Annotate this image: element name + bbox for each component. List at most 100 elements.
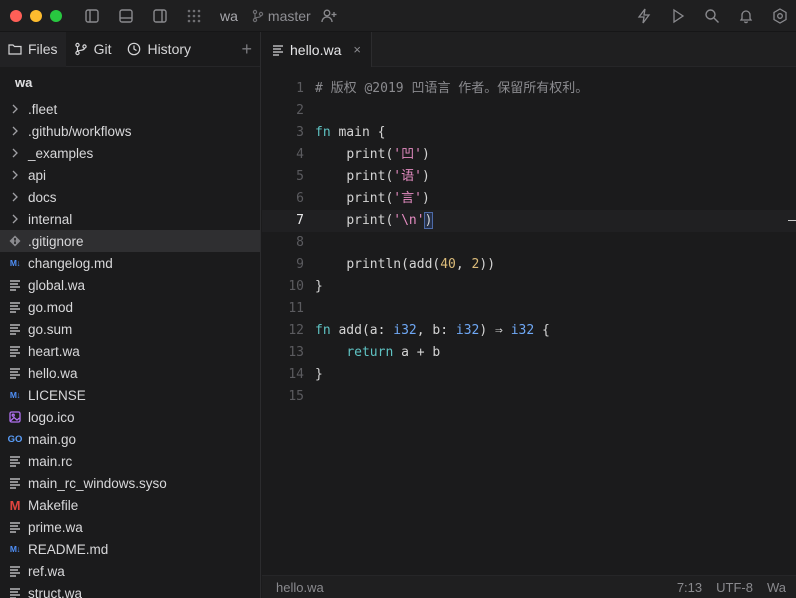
close-window-button[interactable]: [10, 9, 22, 22]
tree-root[interactable]: wa: [0, 68, 260, 98]
tree-item[interactable]: _examples: [0, 142, 260, 164]
chevron-right-icon[interactable]: [8, 102, 22, 116]
text-file-icon: [8, 322, 22, 336]
tab-files-label: Files: [28, 41, 58, 57]
editor-tab-label: hello.wa: [290, 41, 342, 58]
tree-item-label: logo.ico: [28, 409, 75, 425]
text-file-icon: [8, 476, 22, 490]
tree-item[interactable]: .gitignore: [0, 230, 260, 252]
code-line: 1 # 版权 @2019 凹语言 作者。保留所有权利。: [262, 78, 796, 100]
tree-item[interactable]: main_rc_windows.syso: [0, 472, 260, 494]
code-line: 11: [262, 298, 796, 320]
tree-item[interactable]: M↓ changelog.md: [0, 252, 260, 274]
chevron-right-icon[interactable]: [8, 168, 22, 182]
clock-icon: [128, 42, 141, 56]
tree-item[interactable]: M↓ README.md: [0, 538, 260, 560]
tab-git-label: Git: [93, 41, 112, 57]
tree-item-label: .fleet: [28, 101, 58, 117]
tree-item[interactable]: go.sum: [0, 318, 260, 340]
tab-history-label: History: [147, 41, 192, 57]
add-panel-icon[interactable]: +: [241, 40, 252, 58]
matching-bracket: ): [423, 212, 434, 229]
chevron-right-icon[interactable]: [8, 146, 22, 160]
tree-item[interactable]: api: [0, 164, 260, 186]
grid-icon[interactable]: [184, 6, 204, 26]
run-icon[interactable]: [668, 6, 688, 26]
file-encoding[interactable]: UTF-8: [716, 580, 753, 595]
tree-item[interactable]: GO main.go: [0, 428, 260, 450]
minimize-window-button[interactable]: [30, 9, 42, 22]
line-number: 4: [296, 147, 304, 162]
chevron-right-icon[interactable]: [8, 190, 22, 204]
code-text: main {: [330, 125, 386, 140]
git-branch-icon: [74, 42, 87, 56]
settings-gear-icon[interactable]: [770, 6, 790, 26]
tree-item[interactable]: .github/workflows: [0, 120, 260, 142]
tree-item[interactable]: struct.wa: [0, 582, 260, 598]
tree-item-label: .gitignore: [28, 233, 84, 249]
maximize-window-button[interactable]: [50, 9, 62, 22]
status-file-name: hello.wa: [276, 579, 324, 595]
tree-item-label: go.mod: [28, 299, 74, 315]
tree-item-label: changelog.md: [28, 255, 113, 271]
add-user-icon[interactable]: [319, 6, 339, 26]
bell-icon[interactable]: [736, 6, 756, 26]
tree-item[interactable]: logo.ico: [0, 406, 260, 428]
language-mode[interactable]: Wa: [767, 580, 786, 595]
sidebar-tabs: Files Git History +: [0, 32, 260, 67]
tree-item-label: ref.wa: [28, 563, 65, 579]
code-text: print(: [346, 147, 394, 162]
cursor-position[interactable]: 7:13: [677, 580, 702, 595]
tree-item[interactable]: docs: [0, 186, 260, 208]
toggle-bottom-panel-icon[interactable]: [116, 6, 136, 26]
git-icon: [8, 234, 22, 248]
text-file-icon: [8, 300, 22, 314]
tree-item[interactable]: main.rc: [0, 450, 260, 472]
tree-item[interactable]: go.mod: [0, 296, 260, 318]
file-tree: .fleet .github/workflows _examples api docs i…: [0, 98, 260, 598]
tree-item[interactable]: heart.wa: [0, 340, 260, 362]
line-number: 13: [288, 345, 304, 360]
close-tab-icon[interactable]: ×: [353, 42, 361, 57]
text-file-icon: [8, 586, 22, 598]
tree-item[interactable]: M Makefile: [0, 494, 260, 516]
branch-selector[interactable]: master: [252, 8, 311, 24]
line-number: 14: [288, 367, 304, 382]
tree-item[interactable]: global.wa: [0, 274, 260, 296]
tree-item[interactable]: prime.wa: [0, 516, 260, 538]
code-text: println(add(: [346, 257, 441, 272]
string-literal: '语': [393, 169, 422, 184]
editor: hello.wa × 1 # 版权 @2019 凹语言 作者。保留所有权利。 2 …: [262, 32, 796, 598]
tree-item-label: README.md: [28, 541, 109, 557]
line-number: 5: [296, 169, 304, 184]
text-file-icon: [8, 278, 22, 292]
toggle-right-panel-icon[interactable]: [150, 6, 170, 26]
tree-item[interactable]: .fleet: [0, 98, 260, 120]
tab-git[interactable]: Git: [66, 32, 120, 67]
line-number: 11: [288, 301, 304, 316]
toggle-left-panel-icon[interactable]: [82, 6, 102, 26]
tree-item-label: docs: [28, 189, 57, 205]
tree-item[interactable]: ref.wa: [0, 560, 260, 582]
chevron-right-icon[interactable]: [8, 212, 22, 226]
type-name: i32: [510, 323, 535, 338]
image-icon: [8, 410, 22, 424]
editor-tab-hello-wa[interactable]: hello.wa ×: [262, 32, 372, 67]
code-area[interactable]: 1 # 版权 @2019 凹语言 作者。保留所有权利。 2 3 fn main { …: [262, 78, 796, 408]
line-number: 9: [296, 257, 304, 272]
tree-item[interactable]: internal: [0, 208, 260, 230]
code-line: 14}: [262, 364, 796, 386]
lightning-icon[interactable]: [634, 6, 654, 26]
tree-item[interactable]: hello.wa: [0, 362, 260, 384]
branch-icon: [252, 9, 264, 22]
tab-history[interactable]: History: [119, 32, 199, 67]
tab-files[interactable]: Files: [0, 32, 66, 67]
code-line: 9 println(add(40, 2)): [262, 254, 796, 276]
search-icon[interactable]: [702, 6, 722, 26]
code-line: 2: [262, 100, 796, 122]
line-number: 2: [296, 103, 304, 118]
project-name[interactable]: wa: [220, 8, 238, 24]
chevron-right-icon[interactable]: [8, 124, 22, 138]
tree-item[interactable]: M↓ LICENSE: [0, 384, 260, 406]
sidebar: Files Git History + wa .fleet .github/wor…: [0, 32, 261, 598]
